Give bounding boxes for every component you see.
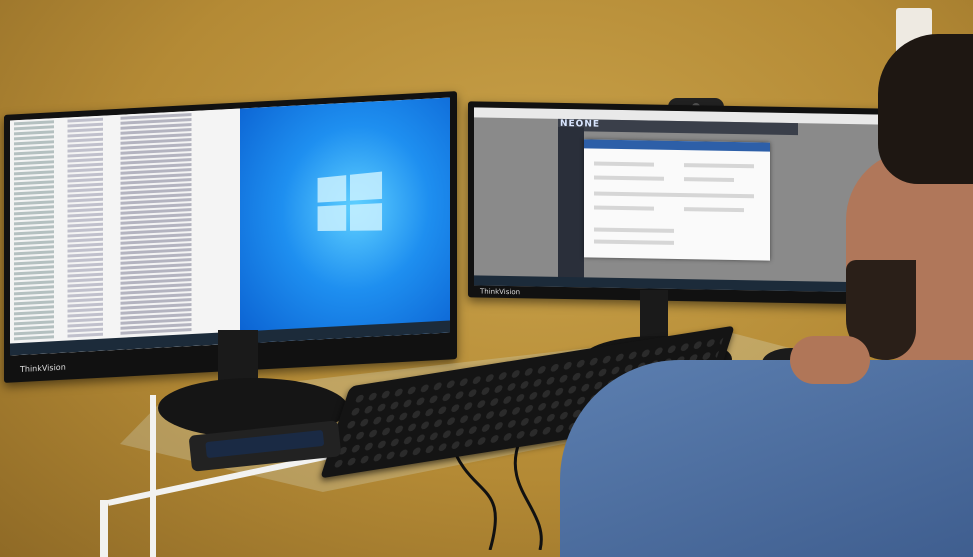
desk-leg [150,395,156,557]
form-field [594,161,654,167]
desk-leg [100,500,108,557]
form-field [684,163,754,169]
form-field [594,191,754,199]
form-field [594,239,674,245]
form-field [594,227,674,233]
person-hair [878,34,973,184]
form-field [684,177,734,182]
dialog-title-bar [584,139,770,152]
left-monitor-brand: ThinkVision [20,362,66,375]
windows-taskbar [474,275,884,293]
right-monitor-screen: NEONE [474,107,884,293]
person-shirt [560,360,973,557]
log-viewer-window [10,108,240,356]
form-field [684,207,744,213]
form-field [594,205,654,211]
app-sidebar [558,126,584,284]
windows-logo-icon [317,171,387,233]
modal-dialog [584,139,770,261]
person-hand [790,336,870,384]
right-monitor: NEONE ThinkVision [468,101,890,305]
photo-scene: ThinkVision NEONE ThinkVision [0,0,973,557]
right-monitor-brand: ThinkVision [480,287,521,297]
app-logo: NEONE [560,118,601,130]
form-field [594,175,664,181]
